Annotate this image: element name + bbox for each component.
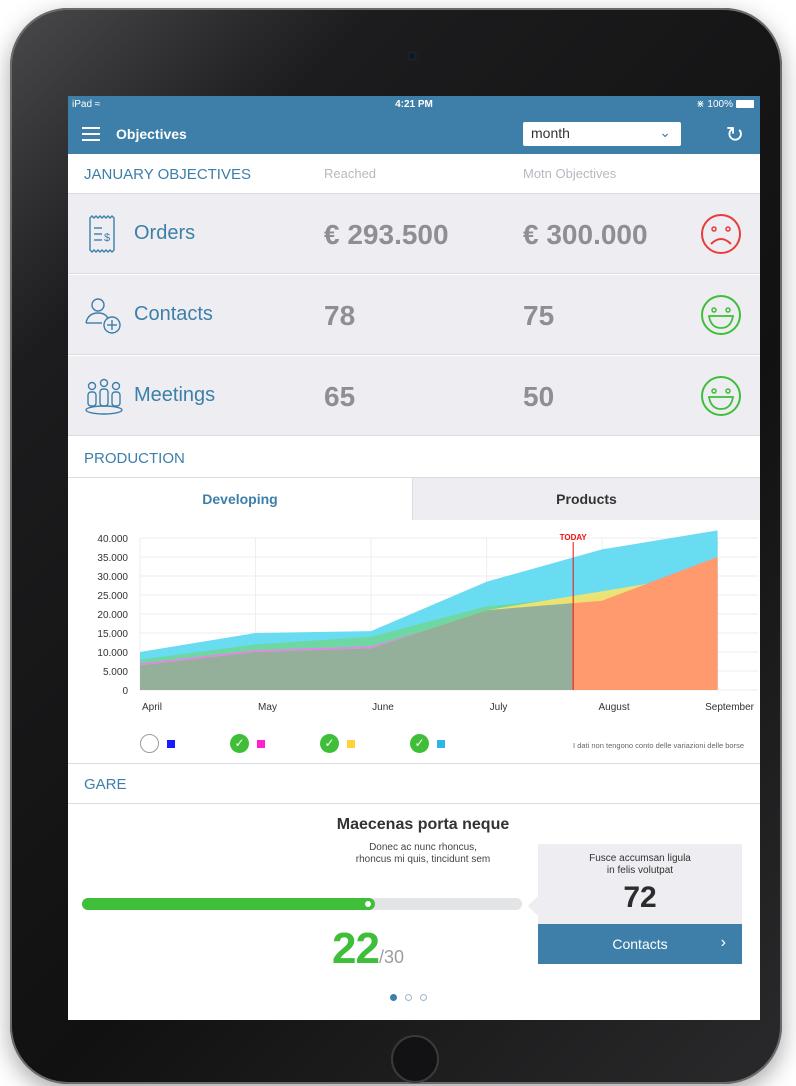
objective-label: Contacts xyxy=(134,303,213,325)
callout-text: Fusce accumsan ligula in felis volutpat xyxy=(538,844,742,877)
y-tick-label: 10.000 xyxy=(97,648,128,659)
legend-color-swatch xyxy=(437,739,445,748)
gare-header: GARE xyxy=(68,764,760,804)
objective-value: € 300.000 xyxy=(523,219,648,250)
y-tick-label: 5.000 xyxy=(103,667,128,678)
svg-text:$: $ xyxy=(104,232,110,244)
ipad-device: iPad ≈ 4:21 PM ⋇ 100% Objectives month ⌄… xyxy=(10,8,782,1084)
meeting-people-icon xyxy=(85,378,123,415)
reached-value: € 293.500 xyxy=(324,219,449,250)
contacts-callout: Fusce accumsan ligula in felis volutpat … xyxy=(528,844,742,924)
refresh-icon[interactable]: ↻ xyxy=(726,122,744,148)
contacts-button[interactable]: Contacts › xyxy=(538,924,742,964)
score-total: /30 xyxy=(378,947,404,967)
legend-color-swatch xyxy=(257,739,265,748)
page-dot[interactable] xyxy=(405,994,412,1001)
x-tick-label: August xyxy=(598,702,629,713)
y-tick-label: 25.000 xyxy=(97,591,128,602)
score: 22/30 xyxy=(332,924,404,974)
x-tick-label: September xyxy=(705,702,755,713)
x-tick-label: April xyxy=(142,702,162,713)
page-indicator[interactable] xyxy=(390,988,435,1006)
objective-value: 50 xyxy=(523,381,555,412)
menu-icon[interactable] xyxy=(82,127,100,141)
reached-value: 78 xyxy=(324,300,356,331)
section-title: PRODUCTION xyxy=(84,450,185,467)
happy-face-icon xyxy=(701,376,741,416)
objective-label: Orders xyxy=(134,222,196,244)
y-tick-label: 15.000 xyxy=(97,629,128,640)
objective-row-orders: $ Orders € 293.500 € 300.000 xyxy=(68,194,760,274)
check-circle-icon[interactable]: ✓ xyxy=(230,734,249,753)
page-dot[interactable] xyxy=(390,994,397,1001)
chevron-down-icon: ⌄ xyxy=(659,124,671,140)
gare-title: Maecenas porta neque xyxy=(336,816,510,833)
page-dot[interactable] xyxy=(420,994,427,1001)
sad-face-icon xyxy=(701,214,741,254)
objective-row-meetings: Meetings 65 50 xyxy=(68,356,760,436)
col-objectives: Motn Objectives xyxy=(523,166,617,181)
y-tick-label: 35.000 xyxy=(97,553,128,564)
objective-label: Meetings xyxy=(134,384,216,406)
status-time: 4:21 PM xyxy=(395,99,433,110)
period-select[interactable]: month ⌄ xyxy=(523,122,681,146)
tab-products[interactable]: Products xyxy=(413,478,760,520)
legend-item[interactable]: ✓ xyxy=(410,734,445,753)
add-contact-icon xyxy=(85,298,121,334)
x-tick-label: July xyxy=(490,702,508,713)
x-tick-label: May xyxy=(258,702,277,713)
score-value: 22 xyxy=(332,924,380,973)
reached-value: 65 xyxy=(324,381,356,412)
callout-line: in felis volutpat xyxy=(606,865,674,876)
progress-fill xyxy=(82,898,376,910)
section-title: JANUARY OBJECTIVES xyxy=(84,166,251,183)
legend-color-swatch xyxy=(167,739,175,748)
legend-note: I dati non tengono conto delle variazion… xyxy=(573,741,744,750)
chart-legend: ✓ ✓ ✓ I dati non tengono conto delle varia… xyxy=(68,730,760,764)
check-circle-icon[interactable]: ✓ xyxy=(320,734,339,753)
battery-status: ⋇ 100% xyxy=(696,99,754,110)
app-screen: iPad ≈ 4:21 PM ⋇ 100% Objectives month ⌄… xyxy=(68,96,760,1020)
x-tick-label: June xyxy=(372,702,394,713)
objective-value: 75 xyxy=(523,300,555,331)
camera xyxy=(407,51,417,61)
happy-face-icon xyxy=(701,295,741,335)
period-select-value: month xyxy=(531,125,570,141)
progress-bar xyxy=(82,898,522,910)
page-title: Objectives xyxy=(116,126,187,142)
area-chart: 40.000 35.000 30.000 25.000 20.000 15.000 10.0… xyxy=(97,530,758,713)
home-button[interactable] xyxy=(391,1035,439,1083)
check-circle-icon[interactable]: ✓ xyxy=(410,734,429,753)
objectives-header: JANUARY OBJECTIVES Reached Motn Objectiv… xyxy=(68,154,760,194)
production-header: PRODUCTION xyxy=(68,438,760,478)
y-tick-label: 0 xyxy=(122,686,128,697)
callout-line: Fusce accumsan ligula xyxy=(589,853,691,864)
receipt-icon: $ xyxy=(89,215,115,253)
section-title: GARE xyxy=(84,776,127,793)
today-label: TODAY xyxy=(560,533,588,542)
battery-icon xyxy=(736,100,754,108)
production-tabs: Developing Products xyxy=(68,478,760,520)
gare-card: Maecenas porta neque Donec ac nunc rhonc… xyxy=(68,804,760,1020)
nav-bar: Objectives month ⌄ ↻ xyxy=(68,114,760,154)
col-reached: Reached xyxy=(324,166,377,181)
contacts-button-label: Contacts xyxy=(612,936,668,952)
y-tick-label: 20.000 xyxy=(97,610,128,621)
legend-item[interactable]: ✓ xyxy=(230,734,265,753)
legend-color-swatch xyxy=(347,739,355,748)
chevron-right-icon: › xyxy=(720,934,726,951)
y-tick-label: 40.000 xyxy=(97,534,128,545)
legend-item[interactable] xyxy=(140,734,175,753)
y-tick-label: 30.000 xyxy=(97,572,128,583)
objective-row-contacts: Contacts 78 75 xyxy=(68,275,760,355)
empty-circle-icon[interactable] xyxy=(140,734,159,753)
legend-item[interactable]: ✓ xyxy=(320,734,355,753)
bluetooth-icon: ⋇ xyxy=(696,99,705,110)
status-bar: iPad ≈ 4:21 PM ⋇ 100% xyxy=(68,96,760,114)
tab-developing[interactable]: Developing xyxy=(68,478,413,520)
production-chart: 40.000 35.000 30.000 25.000 20.000 15.000 10.0… xyxy=(68,520,760,762)
callout-value: 72 xyxy=(623,881,657,914)
